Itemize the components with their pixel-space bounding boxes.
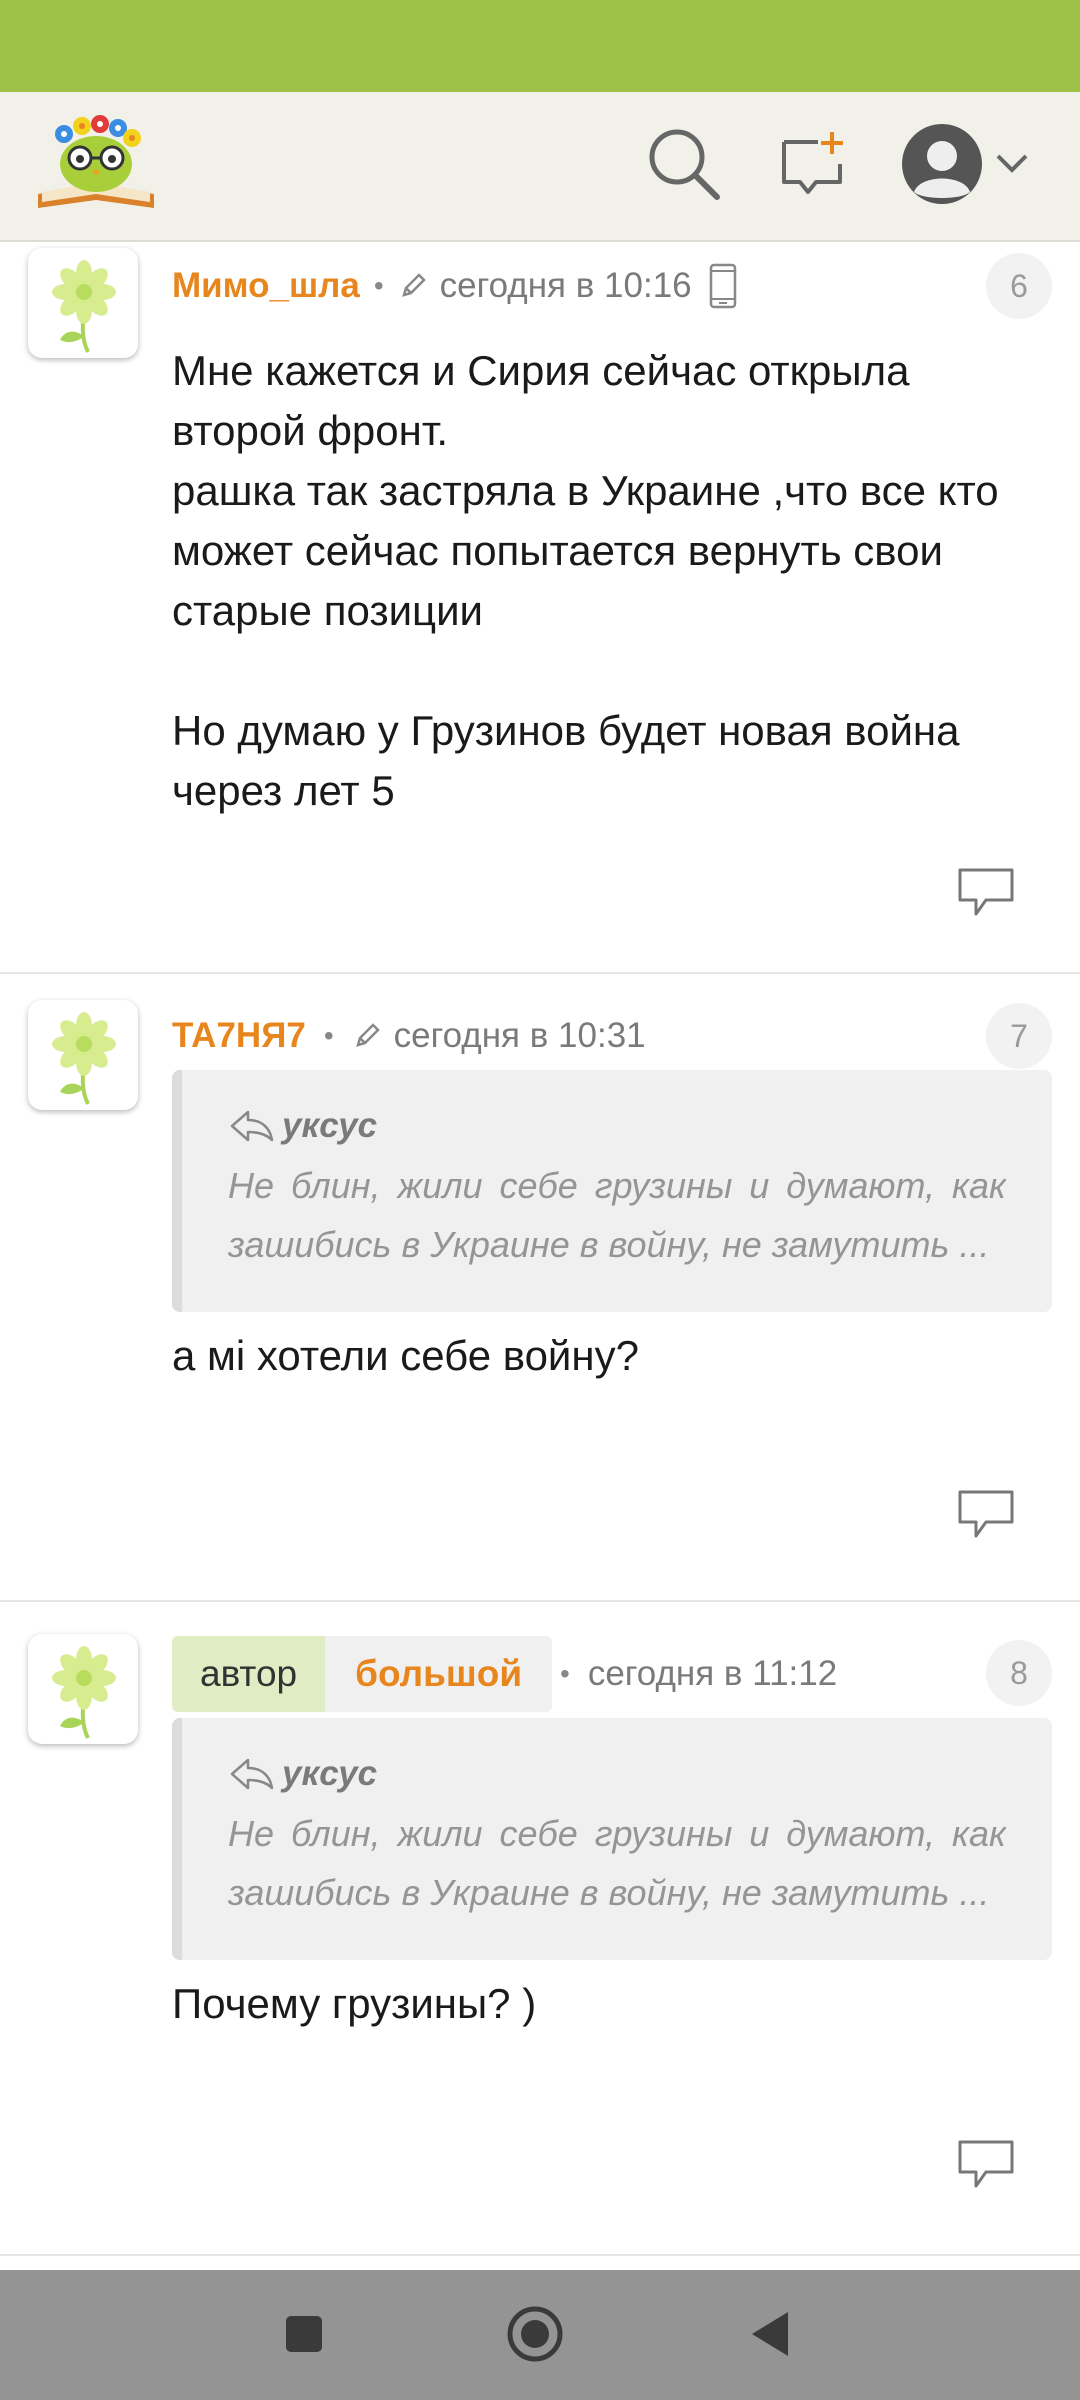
author-name[interactable]: Мимо_шла [172,266,360,306]
author-name[interactable]: ТА7НЯ7 [172,1016,306,1056]
reply-icon[interactable] [956,866,1016,920]
quote-block: уксус Не блин, жили себе грузины и думаю… [172,1718,1052,1960]
separator-dot: • [373,270,384,301]
comment-text: а мі хотели себе войну? [172,1332,639,1379]
comment-number[interactable]: 8 [986,1640,1052,1706]
pencil-icon [401,273,426,297]
separator-dot: • [560,1658,570,1689]
comment-item: автор большой • сегодня в 11:12 8 уксус … [0,1602,1080,2256]
status-bar [0,0,1080,92]
comment-item: Мимо_шла • сегодня в 10:16 6 Мне кажется… [0,242,1080,974]
quote-text: Не блин, жили себе грузины и думают, как… [228,1156,1006,1274]
separator-dot: • [323,1020,334,1051]
quote-author-name: уксус [282,1754,378,1793]
quote-author[interactable]: уксус [228,1106,377,1146]
comment-meta: Мимо_шла • сегодня в 10:16 [172,260,738,312]
owl-on-book-logo[interactable] [34,108,158,220]
search-icon[interactable] [646,126,722,202]
quote-line: Не блин, жили себе грузины и думают, как [228,1165,1006,1206]
avatar[interactable] [28,1634,138,1744]
quote-line: зашибись в Украине в войну, не замутить … [228,1224,990,1265]
reply-arrow-icon [230,1110,274,1142]
avatar[interactable] [28,1000,138,1110]
comment-item: ТА7НЯ7 • сегодня в 10:31 7 уксус Не блин… [0,974,1080,1602]
comment-number[interactable]: 6 [986,253,1052,319]
author-tag: автор [172,1636,326,1712]
recent-apps-button[interactable] [274,2304,334,2364]
quote-author[interactable]: уксус [228,1754,377,1794]
comment-time: сегодня в 10:16 [439,266,692,305]
comment-meta: ТА7НЯ7 • сегодня в 10:31 [172,1010,646,1062]
comment-number[interactable]: 7 [986,1003,1052,1069]
reply-icon[interactable] [956,2138,1016,2192]
system-navigation-bar [0,2270,1080,2400]
quote-text: Не блин, жили себе грузины и думают, как… [228,1804,1006,1922]
reply-arrow-icon [230,1758,274,1790]
comment-text: Почему грузины? ) [172,1980,537,2027]
author-tags: автор большой [172,1636,553,1712]
chevron-down-icon[interactable] [994,150,1030,176]
back-button[interactable] [742,2304,802,2364]
comment-meta: • сегодня в 11:12 [560,1636,837,1712]
quote-block: уксус Не блин, жили себе грузины и думаю… [172,1070,1052,1312]
mobile-device-icon [709,263,736,309]
quote-author-name: уксус [282,1106,378,1145]
author-name[interactable]: большой [325,1636,553,1712]
avatar[interactable] [28,248,138,358]
pencil-icon [355,1023,380,1047]
quote-line: Не блин, жили себе грузины и думают, как [228,1813,1006,1854]
comment-time: сегодня в 11:12 [587,1654,838,1693]
user-avatar-icon[interactable] [900,122,984,206]
home-button[interactable] [505,2304,565,2364]
comment-text: Мне кажется и Сирия сейчас открыла второ… [172,347,999,814]
quote-line: зашибись в Украине в войну, не замутить … [228,1872,990,1913]
add-comment-icon[interactable] [778,128,848,198]
comment-time: сегодня в 10:31 [393,1016,646,1055]
app-header [0,92,1080,242]
reply-icon[interactable] [956,1488,1016,1542]
